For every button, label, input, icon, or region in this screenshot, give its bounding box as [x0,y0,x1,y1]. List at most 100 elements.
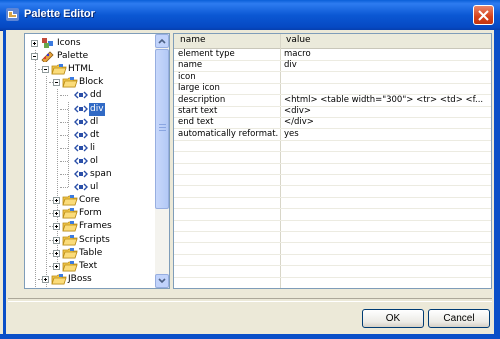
tree-item-label: HTML [68,64,94,75]
expand-toggle[interactable] [53,223,60,231]
table-row[interactable] [174,163,491,175]
tree-item[interactable]: div [25,102,155,116]
tag-element-icon [74,118,88,126]
table-row[interactable]: start text <div> [174,106,491,118]
table-row[interactable]: automatically reformat... yes [174,128,491,141]
tree-item[interactable]: HTML [25,63,155,76]
table-row[interactable] [174,254,491,267]
tree-item[interactable]: Core [25,194,155,207]
property-value-cell[interactable]: macro [284,49,489,60]
tree-item-label: Table [79,247,103,258]
tag-element-icon [74,157,88,165]
tree-item[interactable]: ul [25,181,155,194]
tree-item-label: dd [90,90,102,101]
table-row[interactable]: description <html> <table width="300"> <t… [174,94,491,107]
tree-item[interactable]: JBoss [25,273,155,286]
tree-item[interactable]: dt [25,129,155,142]
cancel-button[interactable]: Cancel [428,309,490,328]
table-row[interactable] [174,266,491,278]
expand-toggle[interactable] [53,210,60,218]
scroll-up-button[interactable] [155,34,169,48]
window-frame-bottom [0,334,500,339]
property-name-cell: name [178,60,203,71]
ok-button[interactable]: OK [362,309,424,328]
property-table[interactable]: name value element type macro name div icon l… [173,33,492,289]
property-name-cell: automatically reformat... [178,128,278,139]
chevron-down-icon [158,278,166,284]
collapse-toggle[interactable] [53,79,60,87]
tree-item[interactable]: Palette [25,50,155,63]
table-row[interactable] [174,140,491,153]
folder-icon [62,208,78,219]
tree-item[interactable]: dl [25,116,155,129]
table-row[interactable] [174,197,491,210]
palette-tree[interactable]: Icons Palette HTML Block dd div dl dt li ol span ul… [24,33,170,289]
table-row[interactable] [174,277,491,288]
tag-element-icon [74,183,88,191]
property-value-cell[interactable]: <div> [284,106,489,117]
property-value-cell[interactable]: <html> <table width="300"> <tr> <td> <f.… [284,95,489,106]
tree-item[interactable]: Text [25,260,155,273]
tree-item-label: Palette [57,51,89,62]
app-icon [6,8,19,21]
table-row[interactable] [174,209,491,221]
tree-item[interactable]: Form [25,207,155,220]
close-button[interactable] [473,5,494,25]
tree-item[interactable]: Frames [25,220,155,233]
expand-toggle[interactable] [31,40,38,47]
tree-item[interactable]: Icons [25,37,155,50]
expand-toggle[interactable] [53,249,60,257]
tree-item[interactable]: li [25,142,155,155]
title-bar[interactable]: Palette Editor [0,0,500,31]
tree-vertical-scrollbar[interactable] [155,34,169,288]
tree-item[interactable]: Scripts [25,234,155,247]
tree-item[interactable]: Table [25,247,155,260]
folder-icon [62,221,78,232]
table-row[interactable]: icon [174,72,491,84]
collapse-toggle[interactable] [31,53,38,61]
column-header-value[interactable]: value [286,35,311,45]
property-value-cell[interactable]: div [284,60,489,71]
expand-toggle[interactable] [53,236,60,244]
tree-item-label: ul [90,182,99,193]
table-row[interactable]: end text </div> [174,117,491,130]
expand-toggle[interactable] [53,197,60,205]
column-header-name[interactable]: name [180,35,206,45]
table-row[interactable] [174,243,491,255]
close-icon [478,10,489,21]
property-name-cell: start text [178,106,218,116]
table-header: name value [174,34,491,49]
tag-element-icon [74,131,88,139]
property-name-cell: element type [178,49,235,59]
property-value-cell[interactable]: </div> [284,117,489,128]
button-separator [8,298,492,302]
table-row[interactable] [174,186,491,198]
table-row[interactable]: large icon [174,83,491,96]
folder-icon [51,64,67,75]
tree-item-label: Core [79,195,100,206]
table-row[interactable] [174,152,491,164]
property-value-cell[interactable]: yes [284,129,489,140]
scroll-thumb[interactable] [155,49,169,209]
scroll-down-button[interactable] [155,274,169,288]
table-row[interactable] [174,231,491,244]
table-row[interactable]: name div [174,60,491,73]
folder-icon [62,77,78,88]
tree-item-label: div [89,102,105,116]
folder-icon [62,234,78,245]
table-row[interactable]: element type macro [174,49,491,61]
expand-toggle[interactable] [53,262,60,270]
tag-element-icon [74,91,88,99]
tree-item[interactable]: dd [25,89,155,102]
tree-item[interactable]: Block [25,76,155,89]
tree-item[interactable]: ol [25,155,155,168]
table-row[interactable] [174,174,491,187]
collapse-toggle[interactable] [42,66,49,74]
tree-item-label: ol [90,155,99,166]
expand-toggle[interactable] [42,275,49,283]
window-title: Palette Editor [24,8,95,20]
folder-icon [51,273,67,285]
property-name-cell: description [178,94,226,105]
table-row[interactable] [174,220,491,232]
tree-item[interactable]: span [25,168,155,181]
